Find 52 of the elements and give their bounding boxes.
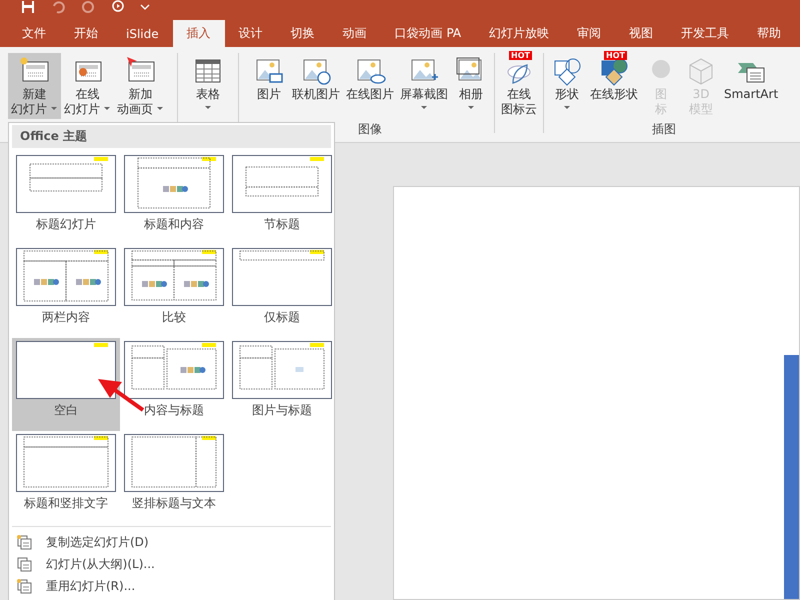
ribbon-tab[interactable]: 动画 — [328, 20, 381, 47]
annotation-arrow — [98, 378, 144, 412]
layout-option[interactable]: 空白 — [12, 338, 120, 431]
ribbon-tab[interactable]: 审阅 — [563, 20, 616, 47]
layout-option[interactable]: 标题和竖排文字 — [12, 431, 120, 524]
ribbon-tab[interactable]: 设计 — [224, 20, 277, 47]
layout-option[interactable]: 图片与标题 — [228, 338, 336, 431]
menu-item[interactable]: 幻灯片(从大纲)(L)... — [12, 553, 159, 575]
ribbon-button[interactable]: 在线图片 — [343, 53, 397, 119]
ribbon-button[interactable]: 相册 — [451, 53, 491, 119]
caret-icon[interactable] — [140, 4, 150, 10]
ribbon-button[interactable]: 新建 幻灯片 — [8, 53, 61, 119]
slides-sparkle-icon — [16, 534, 32, 550]
layout-option[interactable]: 内容与标题 — [120, 338, 228, 431]
menu-header: Office 主题 — [12, 125, 331, 148]
ribbon-button[interactable]: 表格 — [188, 53, 228, 119]
ribbon-button[interactable]: 图片 — [249, 53, 289, 119]
ribbon-tab[interactable]: 帮助 — [743, 20, 796, 47]
ribbon-button[interactable]: 联机图片 — [289, 53, 343, 119]
hot-badge: HOT — [604, 51, 627, 60]
slides-icon — [16, 556, 32, 572]
layout-option[interactable]: 两栏内容 — [12, 245, 120, 338]
group-label: 图像 — [358, 121, 382, 138]
layout-option[interactable]: 标题幻灯片 — [12, 152, 120, 245]
ribbon-button[interactable]: 新加 动画页 — [114, 53, 167, 119]
menu-item[interactable]: 重用幻灯片(R)... — [12, 575, 140, 597]
layout-option[interactable]: 比较 — [120, 245, 228, 338]
layout-option[interactable]: 标题和内容 — [120, 152, 228, 245]
ribbon-tab[interactable]: 开发工具 — [667, 20, 744, 47]
ribbon-tab[interactable]: 插入 — [172, 20, 225, 47]
ribbon-tab[interactable]: 视图 — [615, 20, 668, 47]
layout-option[interactable]: 竖排标题与文本 — [120, 431, 228, 524]
ribbon-tab[interactable]: 开始 — [60, 20, 112, 47]
ribbon-button[interactable]: SmartArt — [721, 53, 782, 119]
ribbon-tab[interactable]: 幻灯片放映 — [475, 20, 564, 47]
slide-sparkle-icon — [16, 578, 32, 594]
ribbon-button[interactable]: 形状 — [547, 53, 587, 119]
present-icon[interactable] — [110, 0, 126, 14]
ribbon-tab[interactable]: 文件 — [8, 20, 60, 47]
layout-option[interactable]: 仅标题 — [228, 245, 336, 338]
ribbon-tab[interactable]: 口袋动画 PA — [380, 20, 476, 47]
layout-option[interactable]: 节标题 — [228, 152, 336, 245]
save-icon[interactable] — [20, 0, 36, 14]
ribbon-button[interactable]: HOT 在线 图标云 — [498, 53, 540, 119]
ribbon-tab[interactable]: iSlide — [112, 20, 173, 47]
menu-item[interactable]: 复制选定幻灯片(D) — [12, 531, 153, 553]
ribbon-tab[interactable]: 切换 — [276, 20, 329, 47]
ribbon-button[interactable]: HOT 在线形状 — [587, 53, 641, 119]
hot-badge: HOT — [509, 51, 532, 60]
ribbon-button[interactable]: 在线 幻灯片 — [61, 53, 114, 119]
group-label: 插图 — [652, 121, 676, 138]
ribbon-button[interactable]: 屏幕截图 — [397, 53, 451, 119]
